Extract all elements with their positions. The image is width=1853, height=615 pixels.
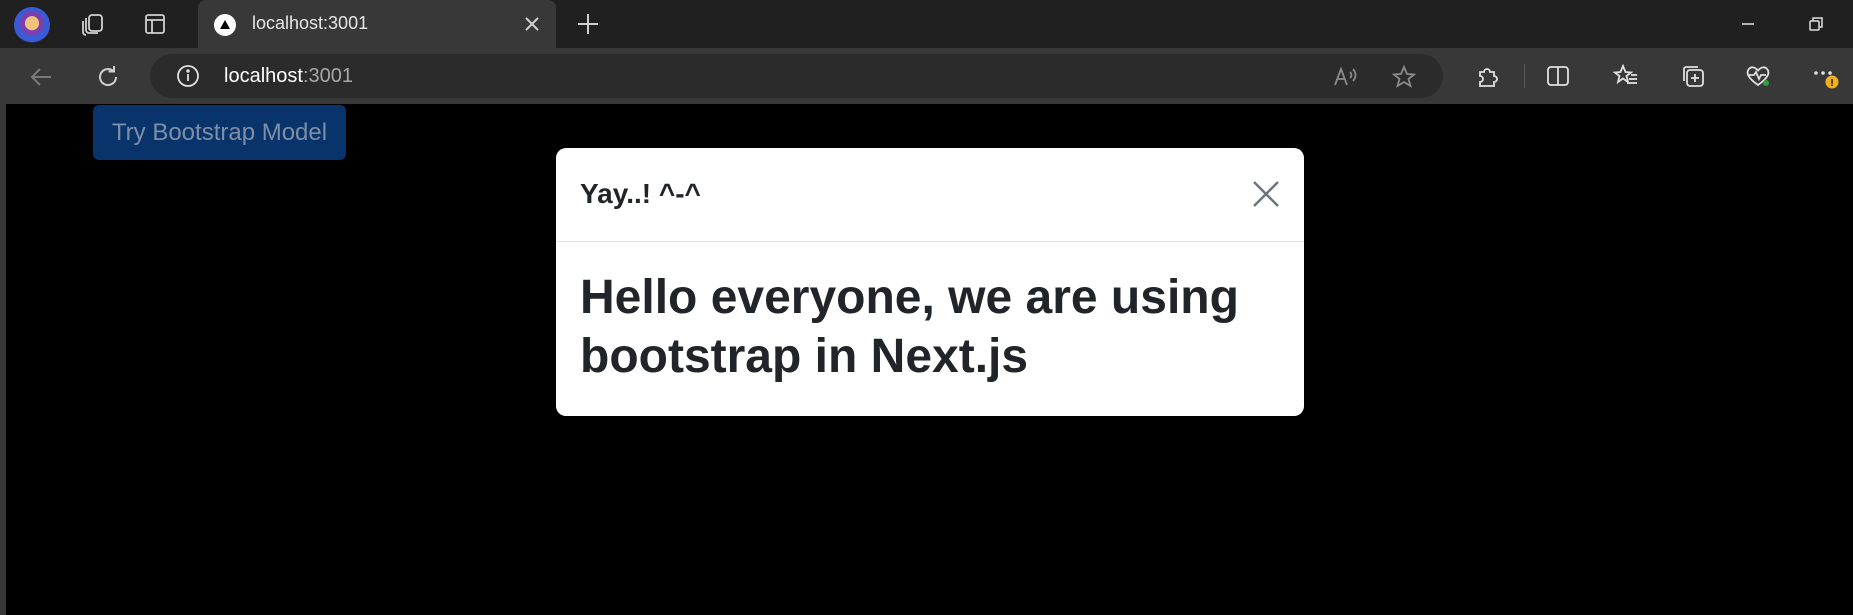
address-bar[interactable]: localhost:3001 (150, 54, 1443, 98)
url-text[interactable]: localhost:3001 (224, 65, 353, 88)
split-screen-icon[interactable] (1543, 61, 1573, 91)
modal-dialog: Yay..! ^-^ Hello everyone, we are using … (556, 148, 1304, 416)
close-tab-icon[interactable] (522, 14, 542, 34)
toolbar-divider (1524, 64, 1525, 88)
tab-title: localhost:3001 (252, 13, 369, 33)
url-port: :3001 (302, 65, 353, 87)
favorites-icon[interactable] (1611, 61, 1641, 91)
tab-actions-icon[interactable] (141, 10, 169, 38)
try-bootstrap-button[interactable]: Try Bootstrap Model (93, 105, 346, 160)
refresh-icon[interactable] (93, 62, 123, 92)
favorite-star-icon[interactable] (1391, 64, 1417, 90)
collections-icon[interactable] (1678, 61, 1708, 91)
browser-essentials-icon[interactable] (1743, 61, 1773, 91)
update-badge-icon: ! (1830, 78, 1833, 89)
restore-icon[interactable] (1802, 10, 1830, 38)
browser-toolbar: localhost:3001 ! (0, 48, 1853, 104)
modal-title: Yay..! ^-^ (580, 178, 701, 209)
back-icon[interactable] (26, 62, 56, 92)
modal-close-icon[interactable] (1250, 178, 1282, 210)
site-info-icon[interactable] (176, 64, 200, 88)
profile-avatar[interactable] (14, 7, 50, 43)
nextjs-favicon-icon (214, 14, 236, 36)
active-tab[interactable]: localhost:3001 (198, 0, 556, 48)
workspaces-icon[interactable] (79, 10, 107, 38)
more-options-icon[interactable]: ! (1810, 61, 1840, 91)
minimize-icon[interactable] (1734, 10, 1762, 38)
url-host: localhost (224, 65, 303, 87)
extensions-icon[interactable] (1473, 61, 1503, 91)
modal-body-text: Hello everyone, we are using bootstrap i… (580, 271, 1239, 383)
title-bar: localhost:3001 (0, 0, 1853, 48)
modal-header: Yay..! ^-^ (556, 148, 1304, 242)
read-aloud-icon[interactable] (1332, 64, 1358, 90)
new-tab-icon[interactable] (574, 10, 602, 38)
